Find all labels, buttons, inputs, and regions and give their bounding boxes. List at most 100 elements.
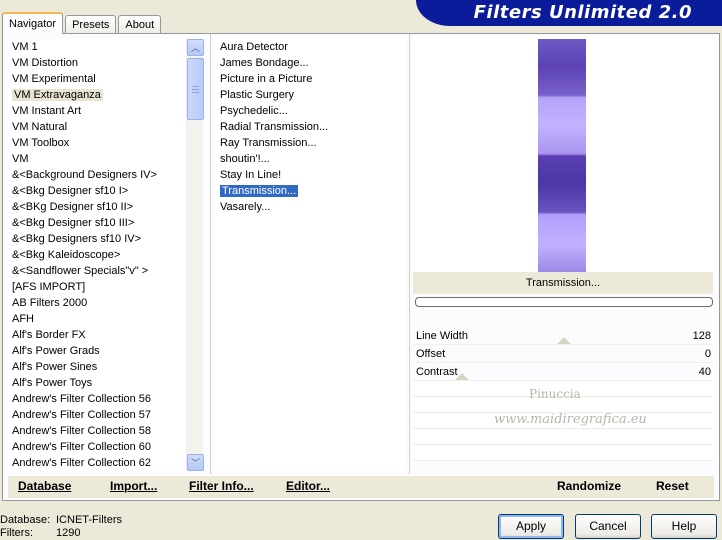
param-label: Offset: [416, 348, 446, 360]
reset-button[interactable]: Reset: [656, 479, 689, 493]
category-item-label: &<Bkg Designers sf10 IV>: [12, 233, 142, 245]
filter-item[interactable]: Ray Transmission...: [216, 135, 406, 151]
editor-button[interactable]: Editor...: [286, 479, 330, 493]
import-button[interactable]: Import...: [110, 479, 157, 493]
category-item-label: &<Sandflower Specials"v" >: [12, 265, 149, 277]
category-item[interactable]: VM 1: [8, 39, 186, 55]
category-item[interactable]: VM Natural: [8, 119, 186, 135]
category-item[interactable]: Andrew's Filter Collection 60: [8, 439, 186, 455]
filter-item-label: Picture in a Picture: [220, 73, 313, 85]
divider: [210, 34, 211, 474]
preview-area: [413, 36, 713, 274]
cancel-button[interactable]: Cancel: [575, 514, 641, 539]
param-offset[interactable]: Offset 0: [413, 345, 713, 363]
filter-item[interactable]: Vasarely...: [216, 199, 406, 215]
category-item-label: Alf's Power Grads: [12, 345, 100, 357]
database-label: Database:: [0, 514, 51, 526]
category-item-label: Andrew's Filter Collection 57: [12, 409, 152, 421]
category-item[interactable]: Andrew's Filter Collection 57: [8, 407, 186, 423]
apply-button[interactable]: Apply: [498, 514, 564, 539]
category-scrollbar[interactable]: ︿ ﹀: [186, 39, 204, 471]
param-value: 0: [704, 348, 711, 360]
filter-item[interactable]: James Bondage...: [216, 55, 406, 71]
category-item-label: AB Filters 2000: [12, 297, 88, 309]
filter-item[interactable]: Radial Transmission...: [216, 119, 406, 135]
category-item[interactable]: Alf's Border FX: [8, 327, 186, 343]
scroll-down-button[interactable]: ﹀: [187, 454, 204, 471]
filter-item[interactable]: Picture in a Picture: [216, 71, 406, 87]
database-button[interactable]: Database: [18, 479, 71, 493]
category-item[interactable]: VM Toolbox: [8, 135, 186, 151]
category-list[interactable]: VM 1 VM Distortion VM Experimental VM Extra…: [8, 39, 186, 471]
category-item[interactable]: VM Distortion: [8, 55, 186, 71]
category-item-label: VM Extravaganza: [12, 89, 103, 101]
filter-info-button[interactable]: Filter Info...: [189, 479, 254, 493]
category-item[interactable]: &<BKg Designer sf10 II>: [8, 199, 186, 215]
tab-presets[interactable]: Presets: [65, 15, 117, 34]
param-line-width[interactable]: Line Width 128: [413, 327, 713, 345]
randomize-button[interactable]: Randomize: [557, 479, 621, 493]
filter-item-label: Stay In Line!: [220, 169, 282, 181]
category-item[interactable]: Andrew's Filter Collection 62: [8, 455, 186, 471]
category-item[interactable]: &<Background Designers IV>: [8, 167, 186, 183]
category-item-label: Alf's Power Sines: [12, 361, 98, 373]
param-empty-row: [413, 445, 713, 461]
category-item[interactable]: Alf's Power Toys: [8, 375, 186, 391]
scroll-up-button[interactable]: ︿: [187, 39, 204, 56]
filter-item[interactable]: shoutin'!...: [216, 151, 406, 167]
param-value: 128: [692, 330, 711, 342]
filter-item-label: Aura Detector: [220, 41, 288, 53]
slider-marker-icon[interactable]: [455, 373, 469, 380]
progress-bar: [415, 297, 713, 307]
filters-count: 1290: [56, 527, 81, 539]
category-item[interactable]: &<Bkg Designer sf10 III>: [8, 215, 186, 231]
category-item[interactable]: VM Extravaganza: [8, 87, 186, 103]
tab-about[interactable]: About: [118, 15, 162, 34]
filter-item[interactable]: Transmission...: [216, 183, 406, 199]
filter-item-label: shoutin'!...: [220, 153, 270, 165]
category-item-label: Andrew's Filter Collection 62: [12, 457, 152, 469]
slider-marker-icon[interactable]: [557, 337, 571, 344]
filter-item-label: James Bondage...: [220, 57, 309, 69]
category-item[interactable]: VM Experimental: [8, 71, 186, 87]
category-item[interactable]: Andrew's Filter Collection 58: [8, 423, 186, 439]
filter-item-label: Vasarely...: [220, 201, 271, 213]
preview-image: [538, 39, 586, 273]
category-item[interactable]: &<Sandflower Specials"v" >: [8, 263, 186, 279]
title-banner: Filters Unlimited 2.0: [416, 0, 722, 26]
category-item-label: VM Toolbox: [12, 137, 70, 149]
category-item[interactable]: &<Bkg Kaleidoscope>: [8, 247, 186, 263]
app-title: Filters Unlimited 2.0: [473, 2, 692, 23]
category-item[interactable]: &<Bkg Designer sf10 I>: [8, 183, 186, 199]
category-item[interactable]: AB Filters 2000: [8, 295, 186, 311]
category-item[interactable]: &<Bkg Designers sf10 IV>: [8, 231, 186, 247]
category-item[interactable]: VM: [8, 151, 186, 167]
category-item[interactable]: Alf's Power Sines: [8, 359, 186, 375]
category-item[interactable]: VM Instant Art: [8, 103, 186, 119]
category-item-label: VM Natural: [12, 121, 68, 133]
filter-item[interactable]: Plastic Surgery: [216, 87, 406, 103]
category-item[interactable]: Alf's Power Grads: [8, 343, 186, 359]
category-item[interactable]: [AFS IMPORT]: [8, 279, 186, 295]
category-item[interactable]: Andrew's Filter Collection 56: [8, 391, 186, 407]
filter-item[interactable]: Stay In Line!: [216, 167, 406, 183]
category-item-label: &<BKg Designer sf10 II>: [12, 201, 134, 213]
filter-list[interactable]: Aura Detector James Bondage... Picture in …: [216, 39, 406, 471]
preview-filter-name: Transmission...: [413, 272, 713, 294]
help-button[interactable]: Help: [651, 514, 717, 539]
tab-navigator[interactable]: Navigator: [2, 12, 64, 34]
param-label: Contrast: [416, 366, 458, 378]
param-contrast[interactable]: Contrast 40: [413, 363, 713, 381]
filter-item[interactable]: Aura Detector: [216, 39, 406, 55]
watermark-url: www.maidiregrafica.eu: [494, 412, 647, 427]
param-label: Line Width: [416, 330, 468, 342]
category-item[interactable]: AFH: [8, 311, 186, 327]
category-item-label: &<Bkg Designer sf10 I>: [12, 185, 129, 197]
param-value: 40: [698, 366, 711, 378]
filter-item[interactable]: Psychedelic...: [216, 103, 406, 119]
category-item-label: AFH: [12, 313, 34, 325]
category-item-label: [AFS IMPORT]: [12, 281, 86, 293]
category-item-label: Andrew's Filter Collection 60: [12, 441, 152, 453]
filters-label: Filters:: [0, 527, 33, 539]
scroll-thumb[interactable]: [187, 58, 204, 120]
